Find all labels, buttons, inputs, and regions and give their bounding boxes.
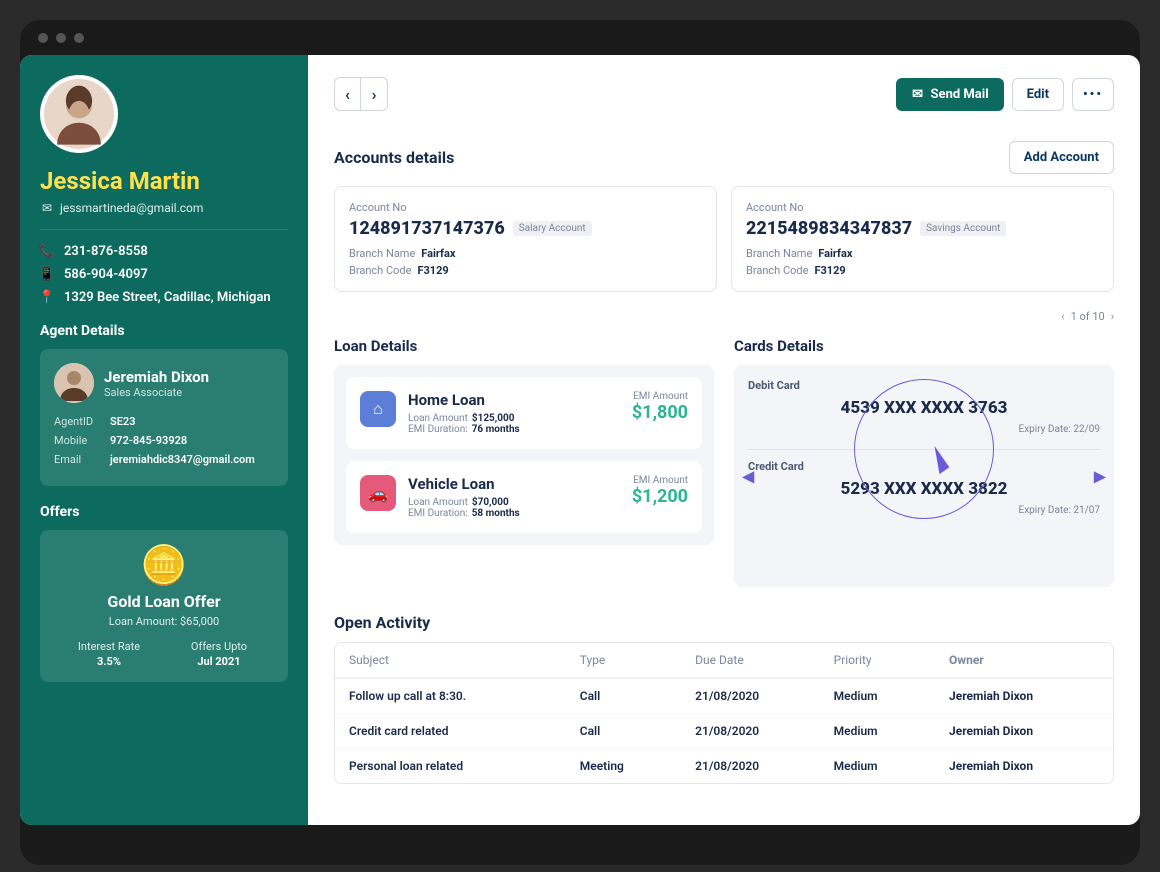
offers-title: Offers	[40, 504, 288, 520]
prev-record-button[interactable]: ‹	[335, 78, 361, 110]
offer-title: Gold Loan Offer	[54, 592, 274, 611]
agent-card: Jeremiah Dixon Sales Associate AgentIDSE…	[40, 349, 288, 486]
app-window: Jessica Martin ✉ jessmartineda@gmail.com…	[20, 55, 1140, 825]
customer-avatar	[40, 75, 118, 153]
loan-card[interactable]: 🚗 Vehicle Loan Loan Amount$70,000 EMI Du…	[346, 461, 702, 533]
agent-mobile: 972-845-93928	[110, 434, 187, 447]
emi-amount: $1,800	[632, 402, 688, 423]
customer-phone1: 231-876-8558	[64, 244, 148, 259]
mail-icon: ✉	[911, 87, 925, 101]
card-debit[interactable]: Debit Card 4539 XXX XXXX 3763 Expiry Dat…	[748, 379, 1100, 435]
offer-card[interactable]: 🪙 Gold Loan Offer Loan Amount: $65,000 I…	[40, 530, 288, 682]
offer-rate: 3.5%	[54, 655, 164, 668]
cards-column: Cards Details ◀ ▶ Debit Card 4539 XXX XX…	[734, 337, 1114, 587]
accounts-title: Accounts details	[334, 148, 454, 167]
max-dot[interactable]	[74, 33, 84, 43]
customer-name: Jessica Martin	[40, 167, 288, 195]
customer-address: 1329 Bee Street, Cadillac, Michigan	[64, 290, 271, 305]
branch-code: F3129	[814, 264, 845, 277]
sidebar: Jessica Martin ✉ jessmartineda@gmail.com…	[20, 55, 308, 825]
account-number: 2215489834347837	[746, 218, 912, 239]
activity-title: Open Activity	[334, 613, 1114, 632]
agent-name: Jeremiah Dixon	[104, 368, 209, 386]
card-number: 5293 XXX XXXX 3822	[748, 479, 1100, 499]
account-number: 12489173714737​6	[349, 218, 505, 239]
activity-table: Subject Type Due Date Priority Owner Fol…	[334, 642, 1114, 784]
card-credit[interactable]: Credit Card 5293 XXX XXXX 3822 Expiry Da…	[748, 460, 1100, 516]
offer-upto: Jul 2021	[164, 655, 274, 668]
emi-amount: $1,200	[632, 486, 688, 507]
accounts-pager: ‹ 1 of 10 ›	[334, 310, 1114, 323]
account-card[interactable]: Account No 2215489834347837Savings Accou…	[731, 186, 1114, 292]
home-icon: ⌂	[360, 391, 396, 427]
branch-code: F3129	[417, 264, 448, 277]
mail-icon: ✉	[40, 201, 54, 215]
agent-email: jeremiahdic8347@gmail.com	[110, 453, 255, 466]
branch-name: Fairfax	[818, 247, 852, 260]
edit-button[interactable]: Edit	[1012, 78, 1064, 111]
chevron-right-icon[interactable]: ›	[1111, 310, 1114, 323]
cards-title: Cards Details	[734, 337, 1114, 355]
accounts-list: Account No 12489173714737​6Salary Accoun…	[334, 186, 1114, 292]
table-row[interactable]: Credit card relatedCall21/08/2020MediumJ…	[335, 713, 1113, 748]
cards-panel: ◀ ▶ Debit Card 4539 XXX XXXX 3763 Expiry…	[734, 365, 1114, 587]
table-row[interactable]: Follow up call at 8:30.Call21/08/2020Med…	[335, 678, 1113, 713]
customer-email: jessmartineda@gmail.com	[60, 201, 203, 215]
avatar-icon	[44, 79, 114, 149]
divider	[748, 449, 1100, 450]
card-next-button[interactable]: ▶	[1094, 467, 1106, 486]
loans-title: Loan Details	[334, 337, 714, 355]
card-number: 4539 XXX XXXX 3763	[748, 398, 1100, 418]
toolbar: ‹ › ✉Send Mail Edit •••	[334, 77, 1114, 111]
agent-section-title: Agent Details	[40, 323, 288, 339]
loans-column: Loan Details ⌂ Home Loan Loan Amount$125…	[334, 337, 714, 587]
more-button[interactable]: •••	[1072, 78, 1114, 111]
agent-avatar	[54, 363, 94, 403]
main-panel: ‹ › ✉Send Mail Edit ••• Accounts details…	[308, 55, 1140, 825]
loan-card[interactable]: ⌂ Home Loan Loan Amount$125,000 EMI Dura…	[346, 377, 702, 449]
branch-name: Fairfax	[421, 247, 455, 260]
avatar-icon	[54, 363, 94, 403]
customer-phone2: 586-904-4097	[64, 267, 148, 282]
table-header: Subject Type Due Date Priority Owner	[335, 643, 1113, 678]
window-traffic-lights	[20, 20, 1140, 55]
mobile-icon: 📱	[40, 268, 54, 282]
close-dot[interactable]	[38, 33, 48, 43]
device-frame: Jessica Martin ✉ jessmartineda@gmail.com…	[20, 20, 1140, 865]
account-card[interactable]: Account No 12489173714737​6Salary Accoun…	[334, 186, 717, 292]
send-mail-button[interactable]: ✉Send Mail	[896, 78, 1004, 111]
table-row[interactable]: Personal loan relatedMeeting21/08/2020Me…	[335, 748, 1113, 783]
phone-icon: 📞	[40, 245, 54, 259]
pin-icon: 📍	[40, 291, 54, 305]
next-record-button[interactable]: ›	[361, 78, 387, 110]
card-prev-button[interactable]: ◀	[742, 467, 754, 486]
agent-role: Sales Associate	[104, 386, 209, 399]
record-nav: ‹ ›	[334, 77, 388, 111]
add-account-button[interactable]: Add Account	[1009, 141, 1114, 174]
car-icon: 🚗	[360, 475, 396, 511]
account-tag: Savings Account	[920, 221, 1006, 236]
offer-amount: Loan Amount: $65,000	[54, 615, 274, 628]
min-dot[interactable]	[56, 33, 66, 43]
chevron-left-icon[interactable]: ‹	[1061, 310, 1064, 323]
agent-id: SE23	[110, 415, 136, 428]
gold-icon: 🪙	[54, 544, 274, 588]
account-tag: Salary Account	[513, 221, 592, 236]
